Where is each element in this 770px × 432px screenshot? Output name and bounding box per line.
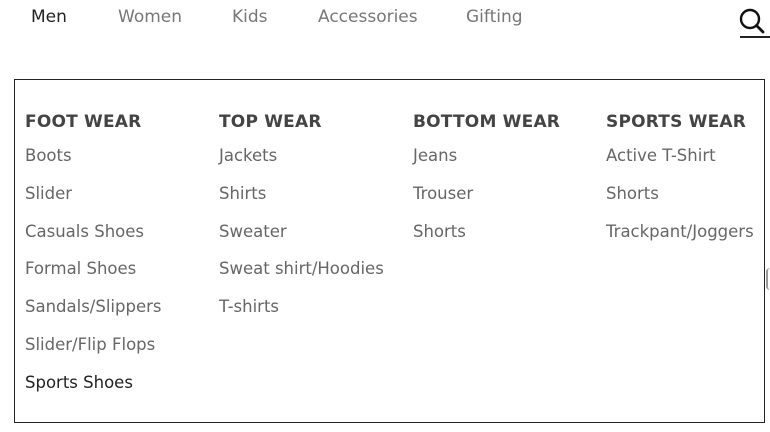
column-list: Boots Slider Casuals Shoes Formal Shoes … [25, 144, 162, 409]
menu-column-top-wear: TOP WEAR Jackets Shirts Sweater Sweat sh… [219, 110, 384, 333]
column-list: Jackets Shirts Sweater Sweat shirt/Hoodi… [219, 144, 384, 333]
column-list: Active T-Shirt Shorts Trackpant/Joggers [606, 144, 754, 257]
column-title: BOTTOM WEAR [413, 112, 561, 132]
menu-column-sports-wear: SPORTS WEAR Active T-Shirt Shorts Trackp… [606, 110, 754, 257]
carousel-edge-indicator [766, 268, 770, 290]
search-underline [740, 36, 770, 38]
menu-link-shorts[interactable]: Shorts [413, 220, 560, 258]
menu-link-jeans[interactable]: Jeans [413, 144, 560, 182]
menu-link-sweater[interactable]: Sweater [219, 220, 384, 258]
menu-link-t-shirts[interactable]: T-shirts [219, 295, 384, 333]
menu-column-foot-wear: FOOT WEAR Boots Slider Casuals Shoes For… [25, 110, 162, 409]
menu-link-trackpant-joggers[interactable]: Trackpant/Joggers [606, 220, 754, 258]
menu-link-sandals-slippers[interactable]: Sandals/Slippers [25, 295, 162, 333]
menu-link-boots[interactable]: Boots [25, 144, 162, 182]
nav-item-women[interactable]: Women [118, 6, 182, 28]
menu-link-trouser[interactable]: Trouser [413, 182, 560, 220]
menu-link-sports-shoes[interactable]: Sports Shoes [25, 371, 162, 409]
column-title: FOOT WEAR [25, 112, 142, 132]
menu-link-sports-shorts[interactable]: Shorts [606, 182, 754, 220]
column-list: Jeans Trouser Shorts [413, 144, 560, 257]
menu-link-slider-flip-flops[interactable]: Slider/Flip Flops [25, 333, 162, 371]
nav-item-kids[interactable]: Kids [232, 6, 268, 28]
nav-item-men[interactable]: Men [31, 6, 67, 28]
column-title: SPORTS WEAR [606, 112, 747, 132]
menu-link-active-t-shirt[interactable]: Active T-Shirt [606, 144, 754, 182]
column-title: TOP WEAR [219, 112, 322, 132]
menu-link-casual-shoes[interactable]: Casuals Shoes [25, 220, 162, 258]
search-button[interactable] [734, 4, 770, 38]
nav-item-gifting[interactable]: Gifting [466, 6, 523, 28]
menu-link-sweatshirt-hoodies[interactable]: Sweat shirt/Hoodies [219, 257, 384, 295]
top-navigation: Men Women Kids Accessories Gifting [0, 0, 770, 40]
menu-link-jackets[interactable]: Jackets [219, 144, 384, 182]
menu-link-slider[interactable]: Slider [25, 182, 162, 220]
mega-menu-dropdown: FOOT WEAR Boots Slider Casuals Shoes For… [14, 79, 765, 423]
menu-link-shirts[interactable]: Shirts [219, 182, 384, 220]
menu-column-bottom-wear: BOTTOM WEAR Jeans Trouser Shorts [413, 110, 560, 257]
menu-link-formal-shoes[interactable]: Formal Shoes [25, 257, 162, 295]
search-icon [739, 8, 765, 34]
nav-item-accessories[interactable]: Accessories [318, 6, 418, 28]
